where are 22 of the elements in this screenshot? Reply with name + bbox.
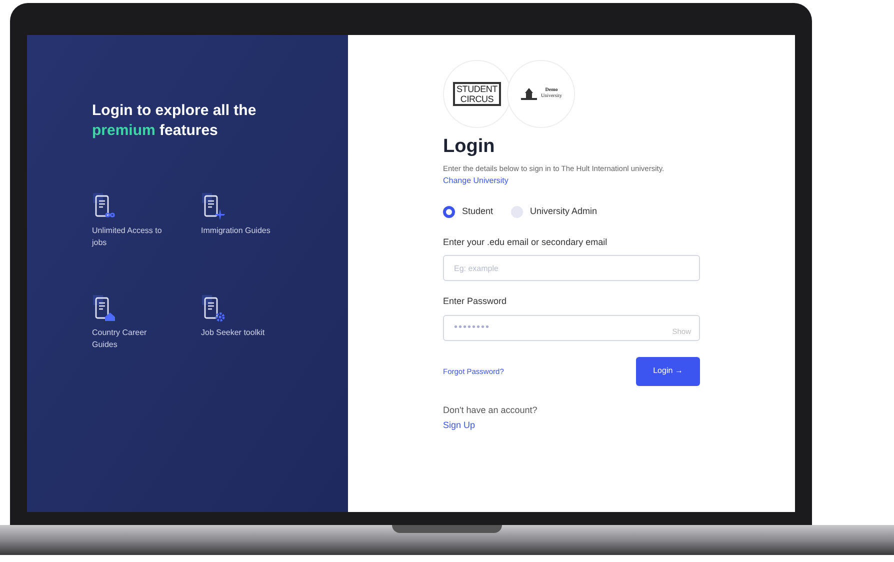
email-label: Enter your .edu email or secondary email	[443, 236, 608, 249]
building-icon	[520, 88, 538, 100]
role-radio[interactable]: Student	[443, 205, 494, 219]
email-field[interactable]: Eg: example	[443, 255, 700, 282]
sign-up-link[interactable]: Sign Up	[443, 419, 700, 433]
login-title: Login	[443, 135, 496, 159]
password-value: ••••••••	[454, 320, 490, 335]
feature-label: Country Career Guides	[92, 327, 148, 351]
promo-heading: Login to explore all the premium features	[92, 101, 258, 141]
role-radio[interactable]: University Admin	[511, 205, 598, 219]
feature-label: Job Seeker toolkit	[201, 327, 266, 339]
logo-text: CIRCUS	[460, 94, 494, 104]
no-account-text: Don't have an account?	[443, 404, 538, 417]
login-button[interactable]: Login →	[636, 356, 700, 386]
change-university-link[interactable]: Change University	[443, 175, 700, 188]
document-plane-icon	[201, 193, 227, 221]
document-gear-icon	[201, 295, 227, 323]
feature-label: Unlimited Access to jobs	[92, 225, 163, 249]
logo-text: STUDENT	[456, 84, 498, 94]
document-house-icon	[92, 295, 118, 323]
feature-label: Immigration Guides	[201, 225, 272, 237]
password-label: Enter Password	[443, 295, 508, 308]
